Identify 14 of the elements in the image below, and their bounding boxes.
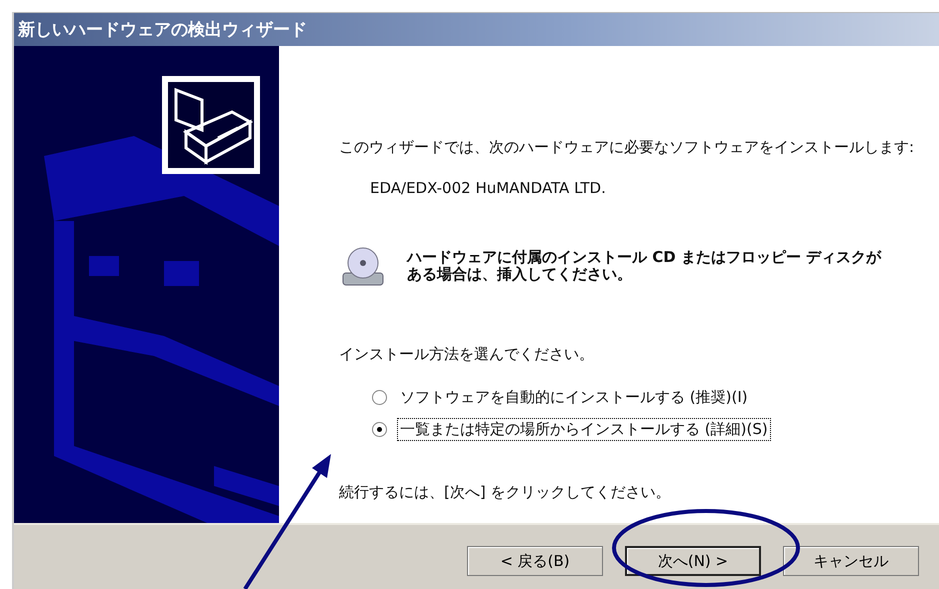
- wizard-button[interactable]: キャンセル: [783, 546, 919, 576]
- option-label[interactable]: ソフトウェアを自動的にインストールする (推奨)(I): [397, 386, 751, 409]
- wizard-button[interactable]: < 戻る(B): [467, 546, 603, 576]
- continue-hint: 続行するには、[次へ] をクリックしてください。: [339, 483, 672, 502]
- method-prompt: インストール方法を選んでください。: [339, 345, 595, 364]
- radio-button[interactable]: [372, 390, 387, 405]
- window-title: 新しいハードウェアの検出ウィザード: [18, 19, 307, 41]
- hardware-icon: [162, 76, 260, 174]
- insert-cd-text: ハードウェアに付属のインストール CD またはフロッピー ディスクがある場合は、挿入してください。: [407, 249, 882, 283]
- radio-button[interactable]: [372, 422, 387, 437]
- option-label[interactable]: 一覧または特定の場所からインストールする (詳細)(S): [397, 418, 771, 441]
- wizard-button[interactable]: 次へ(N) >: [625, 546, 761, 576]
- intro-text: このウィザードでは、次のハードウェアに必要なソフトウェアをインストールします:: [339, 138, 916, 157]
- device-name: EDA/EDX-002 HuMANDATA LTD.: [370, 179, 607, 197]
